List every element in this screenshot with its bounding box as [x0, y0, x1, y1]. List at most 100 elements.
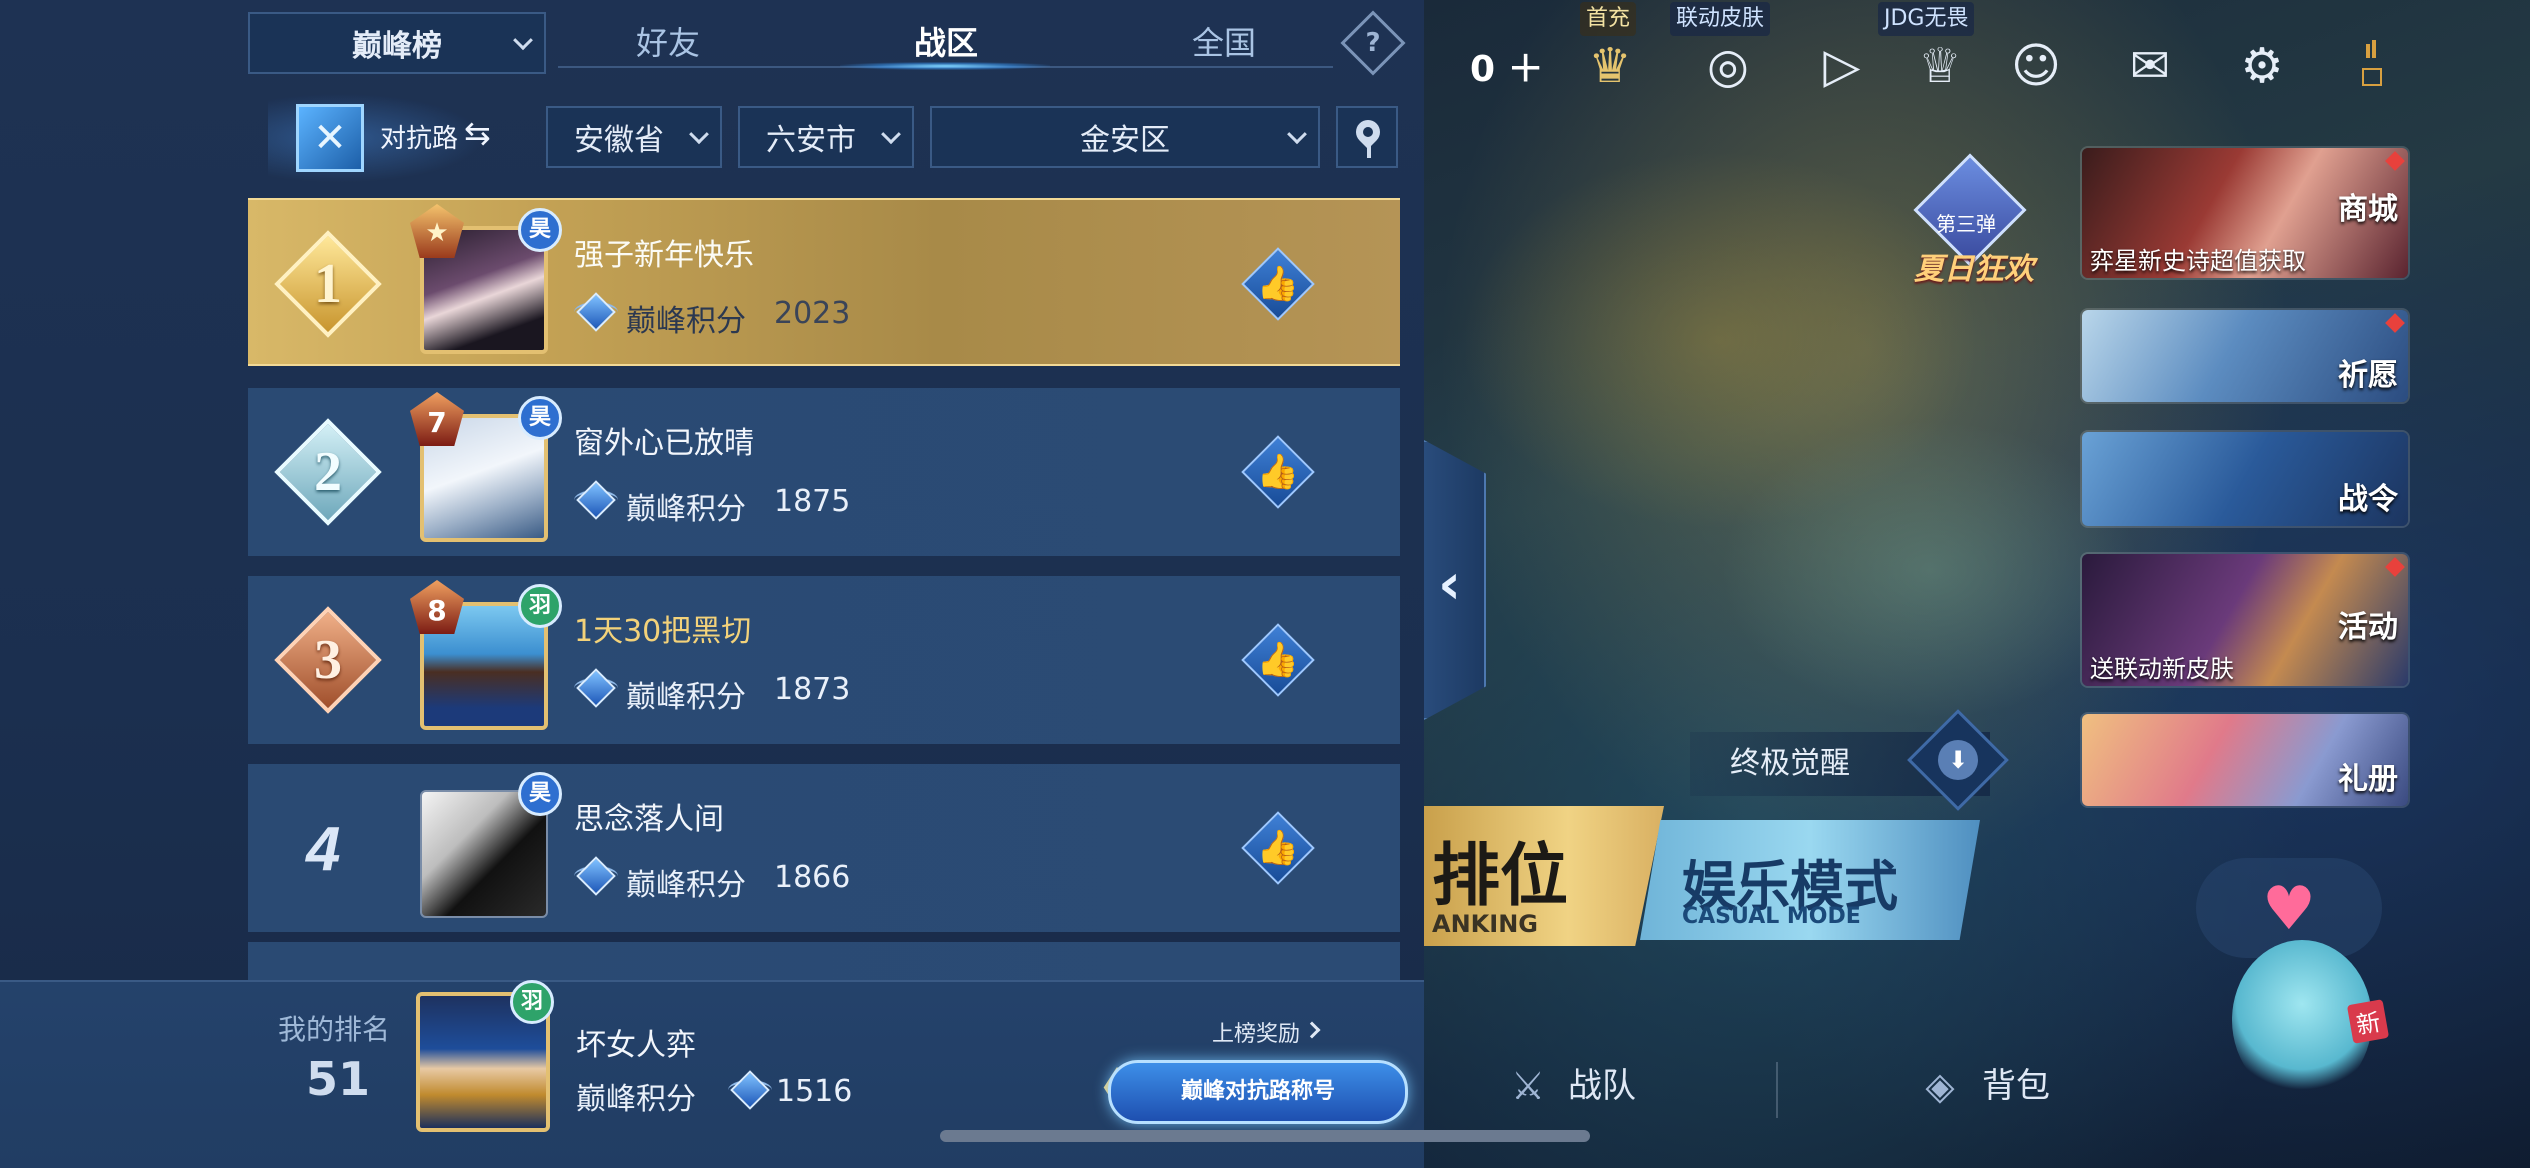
like-button[interactable]: 👍: [1240, 810, 1316, 886]
score-gem: [576, 292, 616, 332]
rank-number: 1: [314, 253, 342, 315]
score-gem: [730, 1070, 770, 1110]
gift-book-caption: 礼册: [2338, 762, 2398, 797]
server-tag: 昊: [518, 396, 562, 440]
rank-badge-silver: 2: [270, 414, 386, 530]
collapse-panel-tab[interactable]: ‹: [1424, 440, 1486, 720]
signal-battery-icon: [2360, 40, 2386, 90]
my-score-value: 1516: [776, 1074, 853, 1109]
tab-friends[interactable]: 好友: [568, 18, 768, 68]
shop-caption: 商城: [2338, 192, 2398, 227]
activity-caption: 活动: [2338, 610, 2398, 645]
nav-team[interactable]: 战队: [1568, 1058, 1636, 1107]
peak-score-icon: [574, 666, 618, 710]
heart-icon: ♥: [2262, 874, 2316, 944]
battle-pass-card[interactable]: 战令: [2080, 430, 2410, 528]
district-value: 金安区: [1080, 123, 1170, 158]
dragon-art-2: [1720, 420, 2140, 720]
collab-skin-icon[interactable]: ◎: [1698, 36, 1758, 96]
shop-card[interactable]: 弈星新史诗超值获取 商城: [2080, 146, 2410, 280]
mascot-new-badge: 新: [2346, 999, 2390, 1044]
score-value: 1866: [774, 860, 851, 895]
chevron-down-icon: [689, 124, 709, 145]
rank-number: 2: [314, 441, 342, 503]
nav-divider: [1776, 1062, 1778, 1118]
tab-region[interactable]: 战区: [846, 18, 1046, 68]
leaderboard-row-3[interactable]: 3 8 羽 1天30把黑切 巅峰积分 1873 👍: [248, 576, 1400, 744]
score-label: 巅峰积分: [626, 680, 746, 715]
location-pin-button[interactable]: [1336, 106, 1398, 168]
chevron-down-icon: [513, 30, 533, 51]
province-dropdown[interactable]: 安徽省: [546, 106, 722, 168]
location-pin-stem: [1367, 142, 1371, 158]
level-badge: 8: [410, 580, 464, 634]
score-label: 巅峰积分: [626, 492, 746, 527]
team-icon: ⚔: [1510, 1064, 1546, 1108]
honor-crest-icon: [410, 204, 464, 258]
board-type-dropdown[interactable]: 巅峰榜: [248, 12, 546, 74]
jdg-label: JDG无畏: [1878, 2, 1975, 36]
home-indicator: [940, 1130, 1590, 1142]
thumbs-up-icon: 👍: [1256, 828, 1300, 868]
city-dropdown[interactable]: 六安市: [738, 106, 914, 168]
summer-event-badge[interactable]: 第三弹 夏日狂欢: [1900, 153, 2040, 290]
gift-book-card[interactable]: 礼册: [2080, 712, 2410, 808]
trophy-icon[interactable]: ♕: [1910, 36, 1970, 96]
download-icon[interactable]: ⬇: [1907, 709, 2009, 811]
server-tag: 昊: [518, 772, 562, 816]
swap-icon[interactable]: ⇆: [464, 114, 491, 152]
like-button[interactable]: 👍: [1240, 622, 1316, 698]
diamond-count[interactable]: 0 ＋: [1470, 40, 1544, 92]
my-score-label: 巅峰积分: [576, 1082, 696, 1117]
mail-icon[interactable]: ✉: [2120, 36, 2180, 96]
help-icon[interactable]: ?: [1340, 10, 1406, 76]
rank-badge-gold: 1: [270, 226, 386, 342]
shop-subtitle: 弈星新史诗超值获取: [2090, 247, 2306, 275]
score-label: 巅峰积分: [626, 304, 746, 339]
event-line2: 夏日狂欢: [1914, 252, 2034, 287]
wish-card[interactable]: 祈愿: [2080, 308, 2410, 404]
my-rank-label: 我的排名: [278, 1013, 391, 1046]
backpack-icon: ◈: [1925, 1064, 1955, 1108]
leaderboard-panel: 巅峰榜 好友 战区 全国 ? 对抗路 ⇆ 安徽省 六安市 金安区 1 昊 强子新…: [0, 0, 1424, 1168]
chevron-left-icon: ‹: [1438, 552, 1462, 617]
ranked-mode-title: 排位: [1432, 837, 1569, 916]
my-player-name: 坏女人弈: [576, 1028, 696, 1063]
leaderboard-row-1[interactable]: 1 昊 强子新年快乐 巅峰积分 2023 👍: [248, 198, 1400, 366]
score-value: 1875: [774, 484, 851, 519]
nav-bag[interactable]: 背包: [1982, 1058, 2050, 1107]
score-gem: [576, 480, 616, 520]
like-button[interactable]: 👍: [1240, 246, 1316, 322]
leaderboard-row-2[interactable]: 2 7 昊 窗外心已放晴 巅峰积分 1875 👍: [248, 388, 1400, 556]
settings-gear-icon[interactable]: ⚙: [2232, 36, 2292, 96]
first-recharge-icon[interactable]: ♛: [1580, 36, 1640, 96]
activity-card[interactable]: 送联动新皮肤 活动: [2080, 552, 2410, 688]
my-rank-value: 51: [306, 1052, 371, 1106]
thumbs-up-icon: 👍: [1256, 452, 1300, 492]
score-value: 1873: [774, 672, 851, 707]
wish-caption: 祈愿: [2338, 358, 2398, 393]
peak-title-banner[interactable]: 巅峰对抗路称号: [1108, 1060, 1408, 1124]
peak-score-icon: [728, 1068, 772, 1112]
score-gem: [576, 856, 616, 896]
replay-icon[interactable]: ▷: [1812, 36, 1872, 96]
ranked-mode-button[interactable]: 排位 ANKING: [1424, 806, 1664, 946]
casual-mode-button[interactable]: 娱乐模式 CASUAL MODE: [1640, 820, 1980, 940]
download-arrow-icon: ⬇: [1938, 740, 1978, 780]
player-name: 强子新年快乐: [574, 238, 754, 273]
leaderboard-row-4[interactable]: 4 昊 思念落人间 巅峰积分 1866 👍: [248, 764, 1400, 932]
friends-icon[interactable]: ☺: [2006, 36, 2066, 96]
help-glyph: ?: [1365, 28, 1381, 58]
district-dropdown[interactable]: 金安区: [930, 106, 1320, 168]
like-button[interactable]: 👍: [1240, 434, 1316, 510]
ranking-reward-link[interactable]: 上榜奖励: [1212, 1016, 1300, 1048]
score-label: 巅峰积分: [626, 868, 746, 903]
chevron-right-icon: [1303, 1021, 1321, 1039]
player-name: 1天30把黑切: [574, 614, 752, 649]
city-value: 六安市: [766, 123, 856, 158]
tab-national[interactable]: 全国: [1124, 18, 1324, 68]
my-server-tag: 羽: [510, 980, 554, 1024]
leaderboard-row-5[interactable]: [248, 942, 1400, 982]
score-value: 2023: [774, 296, 851, 331]
top-lane-icon: [296, 104, 364, 172]
